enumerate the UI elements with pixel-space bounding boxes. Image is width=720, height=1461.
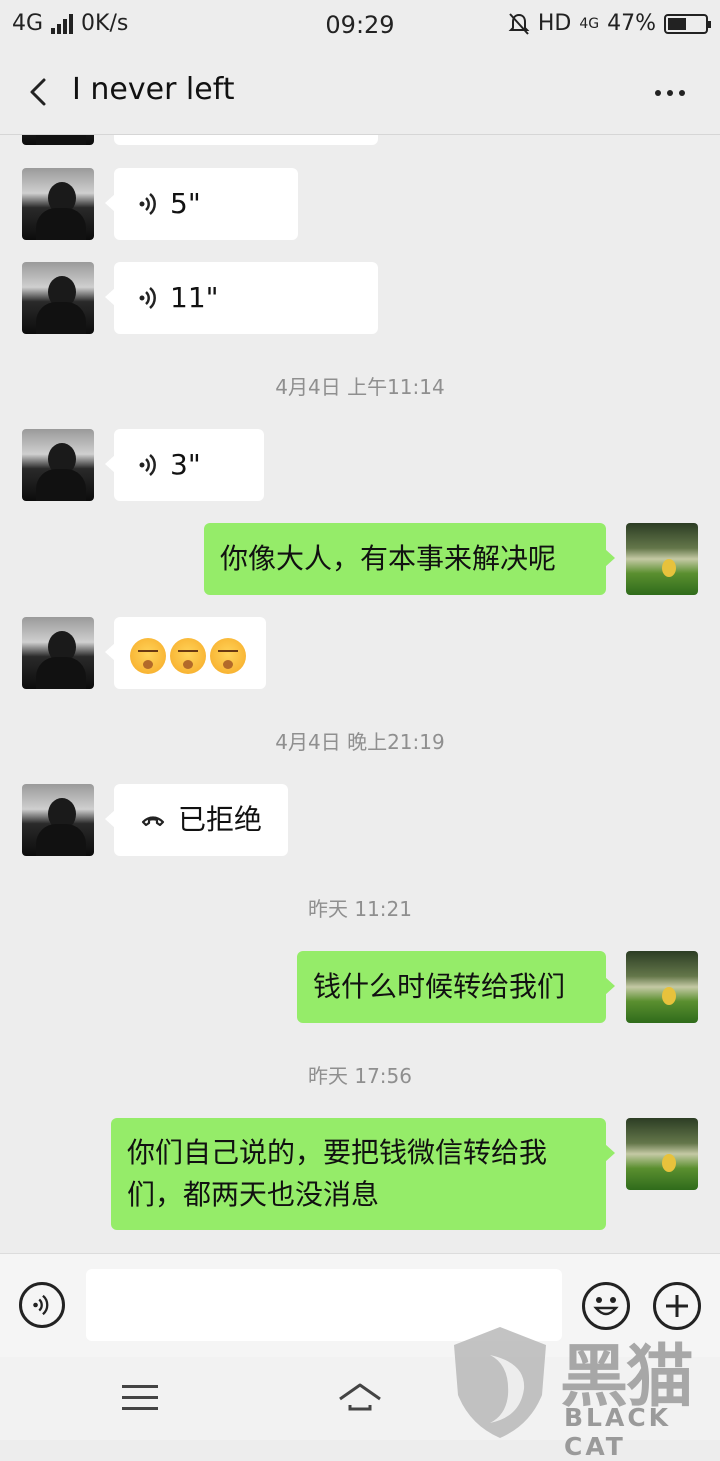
timestamp: 4月4日 晚上21:19 xyxy=(275,730,445,754)
chat-title: I never left xyxy=(72,72,235,107)
home-icon[interactable] xyxy=(336,1379,384,1419)
call-status-text: 已拒绝 xyxy=(178,803,263,836)
chat-area[interactable]: 5" 11" 4月4日 上午11:14 3" 你像大人，有本事来解决呢 4月4日… xyxy=(0,135,720,1253)
voice-message[interactable]: 5" xyxy=(105,168,298,240)
emoji-button[interactable] xyxy=(582,1282,630,1330)
voice-duration: 11" xyxy=(170,281,219,314)
call-declined-message[interactable]: 已拒绝 xyxy=(105,784,288,856)
voice-message[interactable]: 11" xyxy=(105,262,378,334)
timestamp: 昨天 17:56 xyxy=(308,1064,412,1088)
contact-avatar[interactable] xyxy=(22,429,94,501)
more-dot-icon xyxy=(667,90,673,96)
voice-input-button[interactable] xyxy=(19,1282,65,1328)
timestamp: 昨天 11:21 xyxy=(308,897,412,921)
emoji-message[interactable] xyxy=(105,617,266,689)
back-button[interactable] xyxy=(22,74,58,110)
voice-duration: 5" xyxy=(170,187,201,220)
status-right: HD 4G 47% xyxy=(508,11,711,36)
voice-wave-icon xyxy=(139,193,156,215)
network2-label: 4G xyxy=(579,15,600,32)
text-message-mine[interactable]: 你像大人，有本事来解决呢 xyxy=(204,523,615,595)
message-bubble-clipped[interactable] xyxy=(114,135,378,145)
voice-duration: 3" xyxy=(170,448,201,481)
voice-wave-icon xyxy=(139,454,156,476)
contact-avatar[interactable] xyxy=(22,168,94,240)
sleepy-emoji-icon xyxy=(130,638,166,674)
voice-message[interactable]: 3" xyxy=(105,429,264,501)
chat-header: I never left xyxy=(0,50,720,135)
plus-icon xyxy=(666,1295,688,1317)
message-line: 们，都两天也没消息 xyxy=(127,1178,380,1211)
chevron-left-icon xyxy=(30,78,46,106)
timestamp: 4月4日 上午11:14 xyxy=(275,375,445,399)
message-input[interactable] xyxy=(86,1269,562,1341)
contact-avatar[interactable] xyxy=(22,135,94,145)
contact-avatar[interactable] xyxy=(22,262,94,334)
more-dot-icon xyxy=(655,90,661,96)
status-bar: 4G 0K/s 09:29 HD 4G 47% xyxy=(0,0,720,50)
battery-icon xyxy=(664,13,711,34)
battery-percent: 47% xyxy=(607,11,656,36)
my-avatar[interactable] xyxy=(626,1118,698,1190)
input-bar xyxy=(0,1253,720,1358)
phone-hangup-icon xyxy=(141,816,165,827)
menu-icon[interactable] xyxy=(122,1385,158,1411)
message-line: 你们自己说的，要把钱微信转给我 xyxy=(127,1136,548,1169)
my-avatar[interactable] xyxy=(626,951,698,1023)
voice-wave-icon xyxy=(139,287,156,309)
voice-icon xyxy=(33,1294,49,1316)
text-message-mine[interactable]: 你们自己说的，要把钱微信转给我 们，都两天也没消息 xyxy=(111,1118,615,1230)
system-nav-bar xyxy=(0,1357,720,1440)
emoji-icon xyxy=(593,1297,619,1316)
my-avatar[interactable] xyxy=(626,523,698,595)
sleepy-emoji-icon xyxy=(210,638,246,674)
sleepy-emoji-icon xyxy=(170,638,206,674)
contact-avatar[interactable] xyxy=(22,617,94,689)
hd-label: HD xyxy=(537,11,572,36)
mute-bell-icon xyxy=(508,12,530,35)
text-message-mine[interactable]: 钱什么时候转给我们 xyxy=(297,951,615,1023)
more-button[interactable] xyxy=(650,78,690,108)
contact-avatar[interactable] xyxy=(22,784,94,856)
more-functions-button[interactable] xyxy=(653,1282,701,1330)
more-dot-icon xyxy=(679,90,685,96)
